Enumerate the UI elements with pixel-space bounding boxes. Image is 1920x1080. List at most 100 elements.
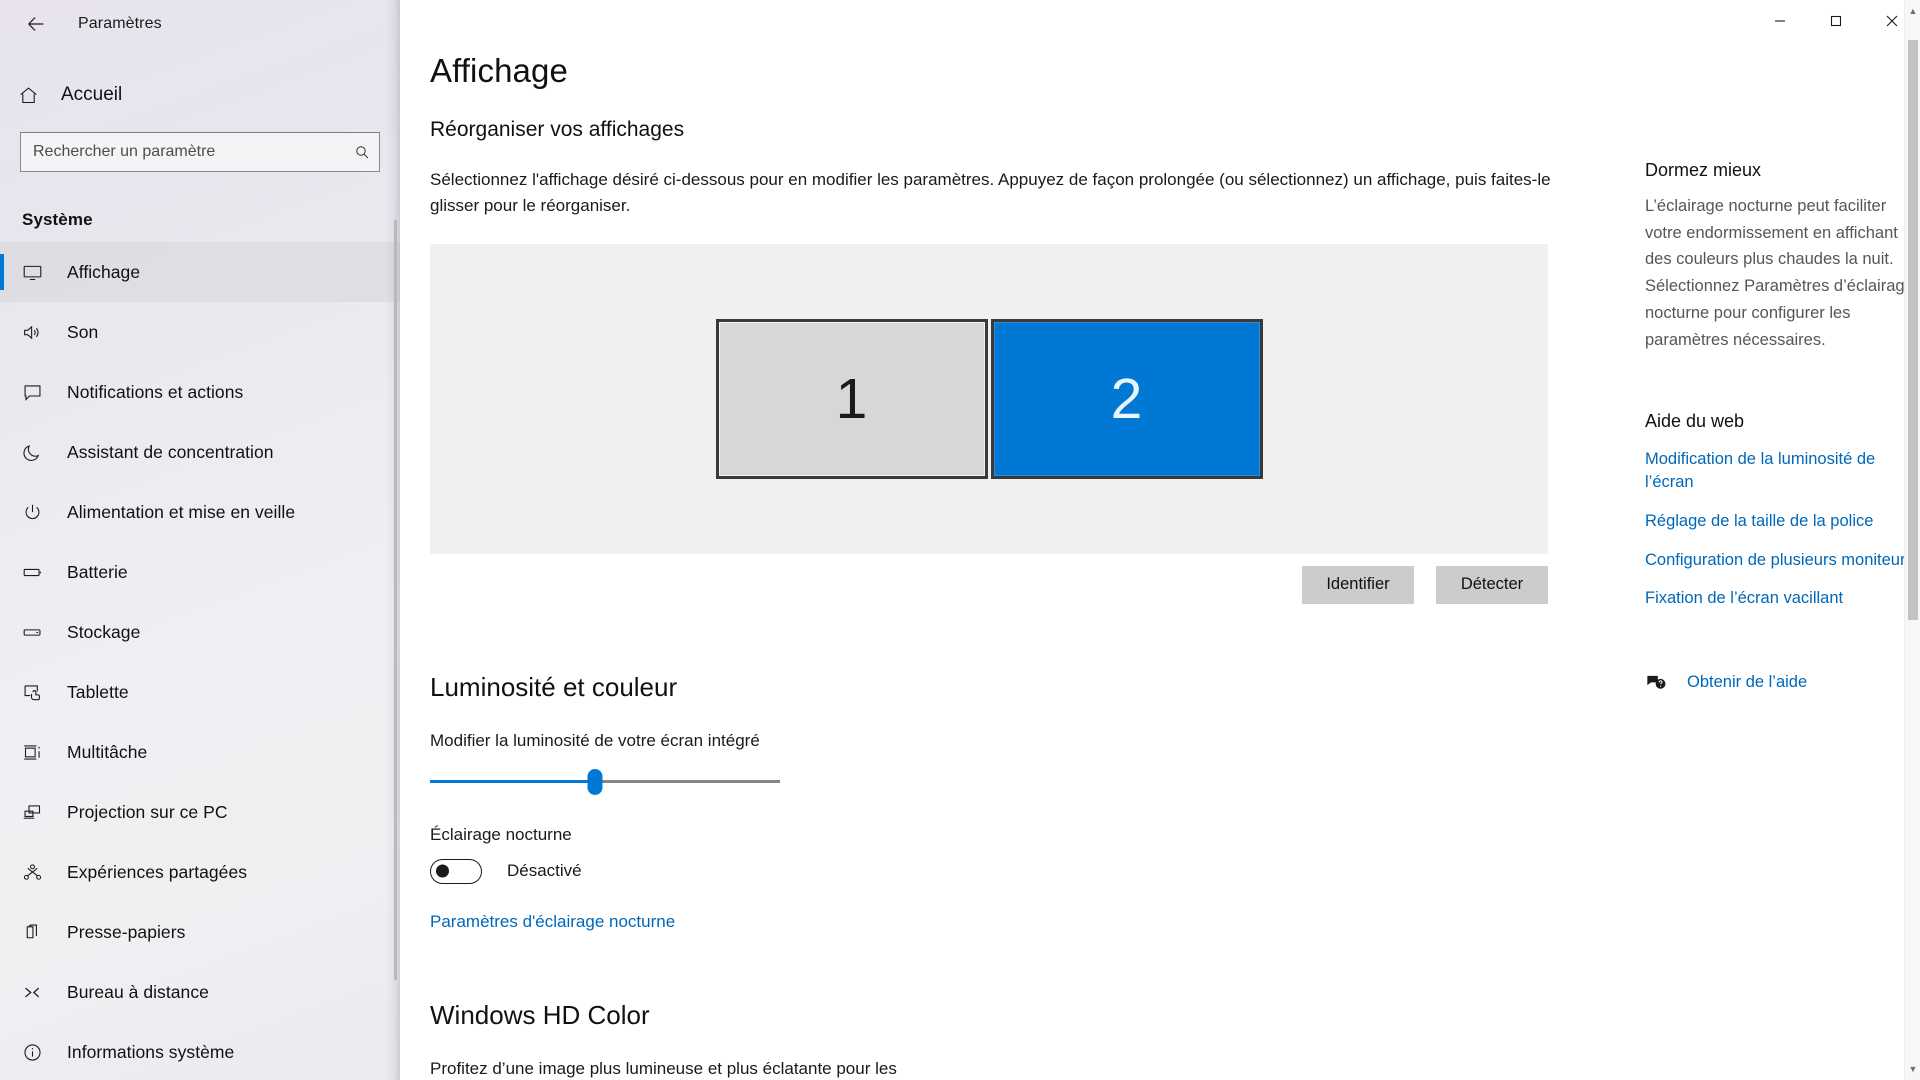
app-title: Paramètres [78,15,162,32]
web-help-link[interactable]: Modification de la luminosité de l’écran [1645,448,1920,494]
web-help-heading: Aide du web [1645,411,1745,432]
maximize-icon [1830,15,1842,27]
sidebar-item-label: Expériences partagées [67,861,248,882]
main-scrollbar[interactable]: ▲ ▼ [1904,0,1920,1080]
monitor-tile-1[interactable]: 1 [715,318,988,479]
settings-window: Paramètres Accueil Système [0,0,1920,1080]
sleep-heading: Dormez mieux [1645,160,1762,180]
sidebar-item-home[interactable]: Accueil [0,72,400,118]
clipboard-icon [22,922,58,943]
search-box[interactable] [20,132,380,172]
sidebar-item-informations-systeme[interactable]: Informations système [0,1022,400,1080]
night-light-toggle[interactable] [430,858,482,884]
back-button[interactable] [14,4,58,44]
web-help-link[interactable]: Configuration de plusieurs moniteurs [1645,549,1920,572]
shared-icon [22,862,58,883]
sidebar-item-label: Presse-papiers [67,921,186,942]
detect-button[interactable]: Détecter [1436,565,1548,604]
search-icon[interactable] [345,144,379,160]
night-light-toggle-row: Désactivé [430,858,1590,884]
maximize-button[interactable] [1808,0,1864,42]
identify-button[interactable]: Identifier [1302,565,1414,604]
projection-icon [22,802,58,823]
sidebar-item-label: Notifications et actions [67,381,244,402]
window-titlebar-left: Paramètres [0,0,400,48]
brightness-slider-label: Modifier la luminosité de votre écran in… [430,730,760,750]
page-title: Affichage [430,52,568,89]
scrollbar-thumb[interactable] [1908,40,1918,620]
sidebar-item-alimentation[interactable]: Alimentation et mise en veille [0,482,400,542]
sidebar-item-label: Tablette [67,681,129,702]
sidebar-item-projection[interactable]: Projection sur ce PC [0,782,400,842]
sidebar-item-stockage[interactable]: Stockage [0,602,400,662]
slider-track-remaining [594,779,780,783]
brightness-slider[interactable] [430,767,780,797]
content-scroll-area: Affichage Réorganiser vos affichages Sél… [400,0,1920,1080]
web-help-link[interactable]: Fixation de l’écran vacillant [1645,587,1920,610]
toggle-knob [436,864,449,878]
sidebar-section-label: Système [22,210,93,229]
get-help-row[interactable]: Obtenir de l’aide [1645,672,1920,692]
sidebar-item-tablette[interactable]: Tablette [0,662,400,722]
monitor-arrangement-canvas[interactable]: 1 2 [430,243,1548,554]
night-light-state: Désactivé [507,861,582,881]
rearrange-heading: Réorganiser vos affichages [430,118,685,141]
sidebar-item-bureau-a-distance[interactable]: Bureau à distance [0,962,400,1022]
sleep-text: L’éclairage nocturne peut faciliter votr… [1645,197,1914,349]
sidebar-item-label: Stockage [67,621,141,642]
chat-bubble-icon [22,382,58,403]
sidebar: Paramètres Accueil Système [0,0,400,1080]
sidebar-item-son[interactable]: Son [0,302,400,362]
storage-icon [22,622,58,643]
sidebar-item-notifications[interactable]: Notifications et actions [0,362,400,422]
sidebar-item-label: Bureau à distance [67,981,209,1002]
right-info-panel: Dormez mieux L’éclairage nocturne peut f… [1590,90,1920,1079]
web-help-link[interactable]: Réglage de la taille de la police [1645,510,1920,533]
sidebar-item-label: Informations système [67,1041,235,1062]
search-input[interactable] [21,143,345,161]
moon-icon [22,442,58,463]
sidebar-item-label: Batterie [67,561,128,582]
main-content: Affichage Réorganiser vos affichages Sél… [400,0,1920,1080]
multitask-icon [22,742,58,763]
monitor-actions: Identifier Détecter [430,565,1548,604]
sidebar-item-label: Alimentation et mise en veille [67,501,296,522]
home-icon [18,85,52,106]
monitor-group: 1 2 [715,318,1263,479]
rearrange-description: Sélectionnez l'affichage désiré ci-desso… [430,170,1551,216]
minimize-icon [1775,20,1785,22]
sidebar-item-batterie[interactable]: Batterie [0,542,400,602]
sidebar-item-label: Assistant de concentration [67,441,274,462]
night-light-settings-link[interactable]: Paramètres d'éclairage nocturne [430,912,1590,932]
night-light-label: Éclairage nocturne [430,824,572,844]
sidebar-item-presse-papiers[interactable]: Presse-papiers [0,902,400,962]
speaker-icon [22,322,58,343]
close-icon [1886,15,1898,27]
sidebar-nav-list: Affichage Son Notifications et actions A… [0,242,400,1080]
sidebar-item-label: Projection sur ce PC [67,801,228,822]
sidebar-item-multitache[interactable]: Multitâche [0,722,400,782]
info-icon [22,1042,58,1063]
slider-thumb[interactable] [587,768,602,795]
sidebar-item-experiences-partagees[interactable]: Expériences partagées [0,842,400,902]
hd-color-heading: Windows HD Color [430,999,650,1030]
minimize-button[interactable] [1752,0,1808,42]
sidebar-scrollbar[interactable] [394,220,397,980]
sidebar-item-label: Son [67,321,99,342]
monitor-icon [22,262,58,283]
close-button[interactable] [1864,0,1920,42]
scroll-down-arrow[interactable]: ▼ [1905,1060,1920,1078]
monitor-number: 1 [835,366,868,431]
battery-icon [22,562,58,583]
sidebar-item-affichage[interactable]: Affichage [0,242,400,302]
monitor-tile-2[interactable]: 2 [990,318,1263,479]
content-columns: Réorganiser vos affichages Sélectionnez … [430,90,1920,1079]
monitor-number: 2 [1110,366,1143,431]
get-help-label: Obtenir de l’aide [1687,672,1808,691]
search-area [0,118,400,172]
sidebar-item-label: Affichage [67,261,141,282]
remote-desktop-icon [22,982,58,1003]
sidebar-item-assistant-concentration[interactable]: Assistant de concentration [0,422,400,482]
help-bubble-icon [1645,672,1679,692]
tablet-icon [22,682,58,703]
